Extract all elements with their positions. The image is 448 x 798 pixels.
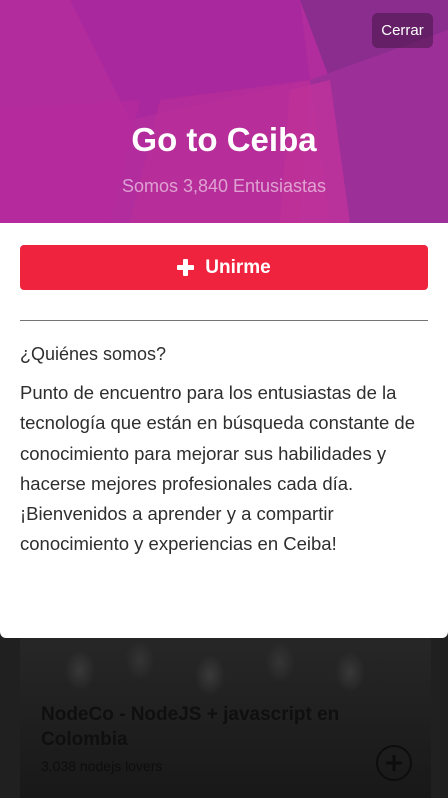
join-button[interactable]: Unirme [20, 245, 428, 290]
member-count: Somos 3,840 Entusiastas [121, 176, 327, 196]
close-button[interactable]: Cerrar [372, 13, 433, 48]
group-modal: Cerrar Go to Ceiba Somos 3,840 Entusiast… [0, 0, 448, 638]
about-heading: ¿Quiénes somos? [20, 344, 167, 364]
divider [20, 320, 428, 321]
plus-icon [177, 259, 195, 276]
about-description: Punto de encuentro para los entusiastas … [20, 382, 415, 555]
group-title: Go to Ceiba [131, 121, 317, 158]
background-card-title: NodeCo - NodeJS + javascript en Colombia [41, 704, 340, 750]
plus-circle-icon[interactable] [376, 745, 412, 781]
page: NodeCo - NodeJS + javascript en Colombia… [0, 0, 448, 798]
join-button-label: Unirme [205, 256, 271, 278]
background-card-subtitle: 3.038 nodejs lovers [41, 758, 163, 774]
group-header: Cerrar Go to Ceiba Somos 3,840 Entusiast… [0, 0, 448, 223]
